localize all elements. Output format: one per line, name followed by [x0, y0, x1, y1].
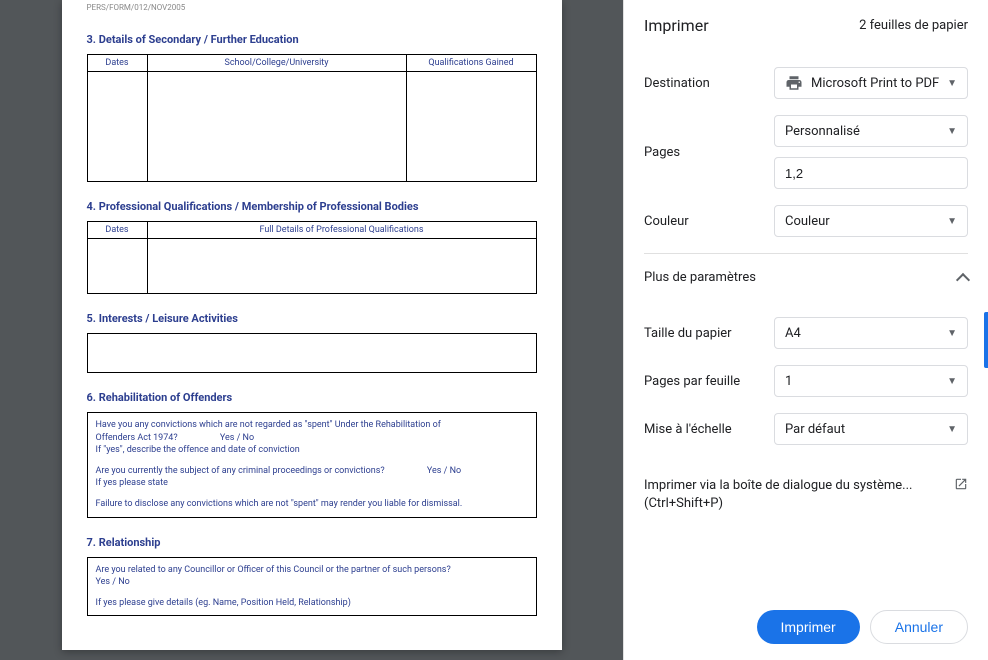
relationship-box: Are you related to any Councillor or Off…: [87, 557, 537, 617]
table-row: [87, 239, 536, 294]
education-header-school: School/College/University: [147, 55, 406, 72]
destination-select[interactable]: Microsoft Print to PDF ▼: [774, 67, 968, 99]
chevron-down-icon: ▼: [947, 78, 957, 89]
chevron-up-icon: [956, 272, 970, 286]
chevron-down-icon: ▼: [947, 376, 957, 387]
table-row: [87, 72, 536, 182]
pages-select[interactable]: Personnalisé ▼: [774, 115, 968, 147]
external-link-icon: [954, 477, 968, 491]
color-label: Couleur: [644, 214, 774, 229]
print-settings-panel: Imprimer 2 feuilles de papier Destinatio…: [623, 0, 988, 660]
section6-title: 6. Rehabilitation of Offenders: [87, 391, 537, 404]
pages-per-sheet-select[interactable]: 1 ▼: [774, 365, 968, 397]
side-indicator: [984, 312, 988, 368]
print-preview-pane[interactable]: PERS/FORM/012/NOV2005 3. Details of Seco…: [0, 0, 623, 660]
form-header-code: PERS/FORM/012/NOV2005: [87, 0, 537, 15]
paper-size-label: Taille du papier: [644, 326, 774, 341]
destination-label: Destination: [644, 76, 774, 91]
print-header: Imprimer 2 feuilles de papier: [624, 0, 988, 51]
scale-row: Mise à l'échelle Par défaut ▼: [644, 413, 968, 445]
settings-body: Destination Microsoft Print to PDF ▼ Pag…: [624, 51, 988, 594]
chevron-down-icon: ▼: [947, 126, 957, 137]
offenders-box: Have you any convictions which are not r…: [87, 412, 537, 518]
paper-size-select[interactable]: A4 ▼: [774, 317, 968, 349]
pages-per-sheet-label: Pages par feuille: [644, 374, 774, 389]
scale-select[interactable]: Par défaut ▼: [774, 413, 968, 445]
color-row: Couleur Couleur ▼: [644, 205, 968, 237]
chevron-down-icon: ▼: [947, 328, 957, 339]
section7-title: 7. Relationship: [87, 536, 537, 549]
section5-title: 5. Interests / Leisure Activities: [87, 312, 537, 325]
education-header-quals: Qualifications Gained: [406, 55, 536, 72]
education-table: Dates School/College/University Qualific…: [87, 54, 537, 182]
section3-title: 3. Details of Secondary / Further Educat…: [87, 33, 537, 46]
chevron-down-icon: ▼: [947, 216, 957, 227]
document-page: PERS/FORM/012/NOV2005 3. Details of Seco…: [62, 0, 562, 650]
pages-custom-input[interactable]: [774, 157, 968, 189]
interests-box: [87, 333, 537, 373]
print-dialog-title: Imprimer: [644, 16, 709, 35]
more-settings-toggle[interactable]: Plus de paramètres: [644, 253, 968, 301]
quals-header-dates: Dates: [87, 222, 147, 239]
destination-row: Destination Microsoft Print to PDF ▼: [644, 67, 968, 99]
button-row: Imprimer Annuler: [624, 594, 988, 660]
pages-row: Pages Personnalisé ▼: [644, 115, 968, 189]
color-select[interactable]: Couleur ▼: [774, 205, 968, 237]
cancel-button[interactable]: Annuler: [870, 610, 968, 644]
scale-label: Mise à l'échelle: [644, 422, 774, 437]
section4-title: 4. Professional Qualifications / Members…: [87, 200, 537, 213]
sheet-count: 2 feuilles de papier: [859, 18, 968, 33]
system-dialog-link[interactable]: Imprimer via la boîte de dialogue du sys…: [644, 461, 968, 529]
quals-header-details: Full Details of Professional Qualificati…: [147, 222, 536, 239]
printer-icon: [785, 74, 803, 92]
qualifications-table: Dates Full Details of Professional Quali…: [87, 221, 537, 294]
pages-per-sheet-row: Pages par feuille 1 ▼: [644, 365, 968, 397]
print-button[interactable]: Imprimer: [757, 610, 860, 644]
pages-label: Pages: [644, 145, 774, 160]
chevron-down-icon: ▼: [947, 424, 957, 435]
education-header-dates: Dates: [87, 55, 147, 72]
paper-size-row: Taille du papier A4 ▼: [644, 317, 968, 349]
